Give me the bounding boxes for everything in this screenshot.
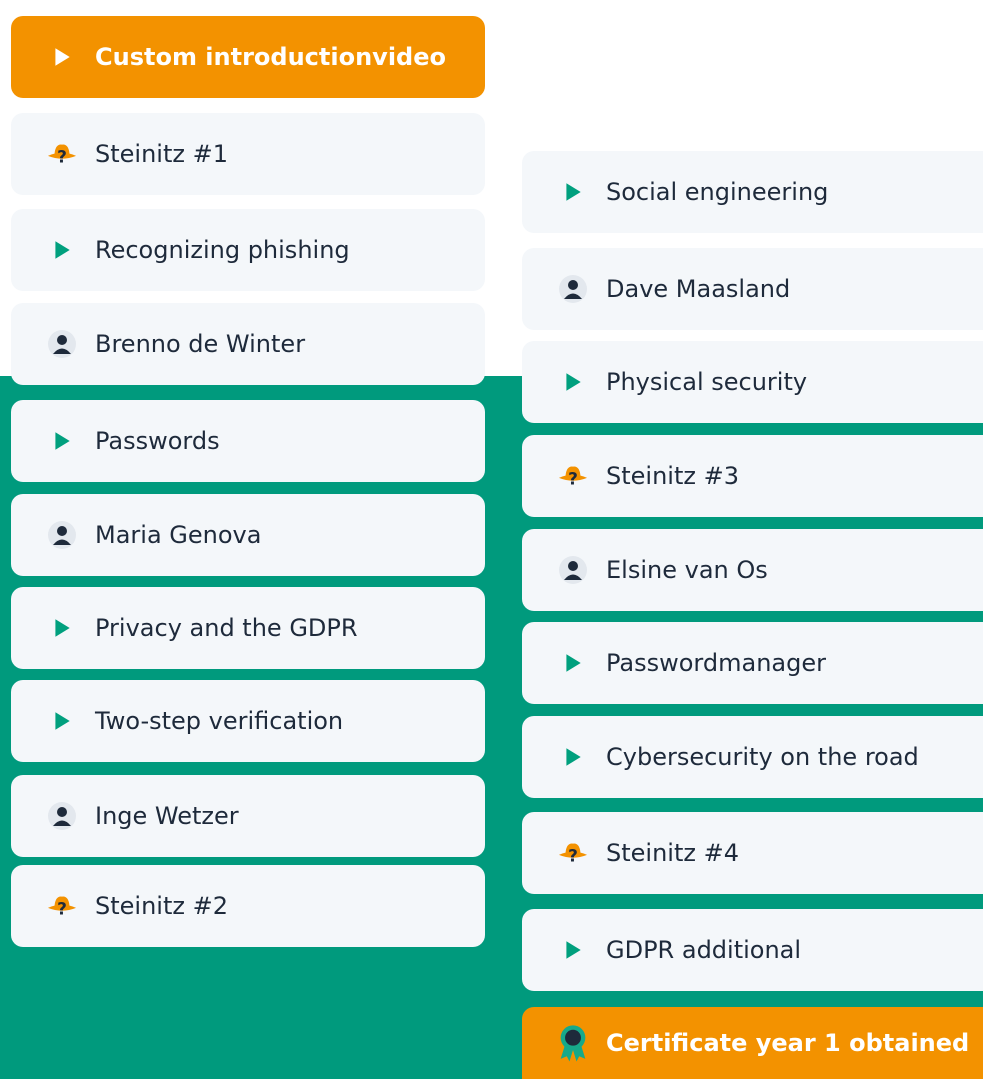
- detective-hat-icon: ?: [47, 891, 77, 921]
- lesson-brenno-de-winter[interactable]: Brenno de Winter: [11, 303, 485, 385]
- lesson-maria-genova[interactable]: Maria Genova: [11, 494, 485, 576]
- play-icon: [558, 742, 588, 772]
- lesson-label: Social engineering: [606, 178, 829, 206]
- award-ribbon-icon: [558, 1025, 588, 1062]
- lesson-label: Elsine van Os: [606, 556, 768, 584]
- lesson-dave-maasland[interactable]: Dave Maasland: [522, 248, 983, 330]
- play-icon: [47, 706, 77, 736]
- lesson-label: Physical security: [606, 368, 808, 396]
- svg-text:?: ?: [568, 845, 578, 865]
- svg-text:?: ?: [568, 468, 578, 488]
- lesson-label: Recognizing phishing: [95, 236, 350, 264]
- lesson-gdpr-additional[interactable]: GDPR additional: [522, 909, 983, 991]
- lesson-steinitz-3[interactable]: ? Steinitz #3: [522, 435, 983, 517]
- lesson-passwords[interactable]: Passwords: [11, 400, 485, 482]
- lesson-recognizing-phishing[interactable]: Recognizing phishing: [11, 209, 485, 291]
- lesson-label: Steinitz #4: [606, 839, 739, 867]
- svg-text:?: ?: [57, 146, 67, 166]
- certificate-year-1[interactable]: Certificate year 1 obtained: [522, 1007, 983, 1079]
- lesson-label: Dave Maasland: [606, 275, 791, 303]
- lesson-elsine-van-os[interactable]: Elsine van Os: [522, 529, 983, 611]
- play-icon: [558, 935, 588, 965]
- lesson-inge-wetzer[interactable]: Inge Wetzer: [11, 775, 485, 857]
- person-icon: [47, 329, 77, 359]
- lesson-custom-introductionvideo[interactable]: Custom introductionvideo: [11, 16, 485, 98]
- play-icon: [47, 42, 77, 72]
- play-icon: [558, 367, 588, 397]
- lesson-steinitz-4[interactable]: ? Steinitz #4: [522, 812, 983, 894]
- detective-hat-icon: ?: [558, 461, 588, 491]
- lesson-label: GDPR additional: [606, 936, 802, 964]
- lesson-steinitz-1[interactable]: ? Steinitz #1: [11, 113, 485, 195]
- lesson-label: Inge Wetzer: [95, 802, 239, 830]
- lesson-label: Passwords: [95, 427, 220, 455]
- lesson-cybersecurity-on-the-road[interactable]: Cybersecurity on the road: [522, 716, 983, 798]
- lesson-passwordmanager[interactable]: Passwordmanager: [522, 622, 983, 704]
- lesson-physical-security[interactable]: Physical security: [522, 341, 983, 423]
- lesson-steinitz-2[interactable]: ? Steinitz #2: [11, 865, 485, 947]
- lesson-label: Steinitz #1: [95, 140, 228, 168]
- lesson-two-step-verification[interactable]: Two-step verification: [11, 680, 485, 762]
- person-icon: [47, 520, 77, 550]
- person-icon: [558, 274, 588, 304]
- person-icon: [558, 555, 588, 585]
- detective-hat-icon: ?: [558, 838, 588, 868]
- lesson-label: Privacy and the GDPR: [95, 614, 358, 642]
- lesson-label: Maria Genova: [95, 521, 262, 549]
- play-icon: [558, 648, 588, 678]
- play-icon: [47, 613, 77, 643]
- play-icon: [47, 235, 77, 265]
- lesson-privacy-and-the-gdpr[interactable]: Privacy and the GDPR: [11, 587, 485, 669]
- lesson-label: Cybersecurity on the road: [606, 743, 919, 771]
- lesson-label: Passwordmanager: [606, 649, 826, 677]
- play-icon: [47, 426, 77, 456]
- lesson-label: Custom introductionvideo: [95, 43, 446, 71]
- play-icon: [558, 177, 588, 207]
- svg-text:?: ?: [57, 898, 67, 918]
- lesson-label: Certificate year 1 obtained: [606, 1029, 970, 1057]
- person-icon: [47, 801, 77, 831]
- lesson-label: Brenno de Winter: [95, 330, 306, 358]
- lesson-label: Steinitz #2: [95, 892, 228, 920]
- lesson-label: Two-step verification: [95, 707, 344, 735]
- lesson-social-engineering[interactable]: Social engineering: [522, 151, 983, 233]
- detective-hat-icon: ?: [47, 139, 77, 169]
- lesson-label: Steinitz #3: [606, 462, 739, 490]
